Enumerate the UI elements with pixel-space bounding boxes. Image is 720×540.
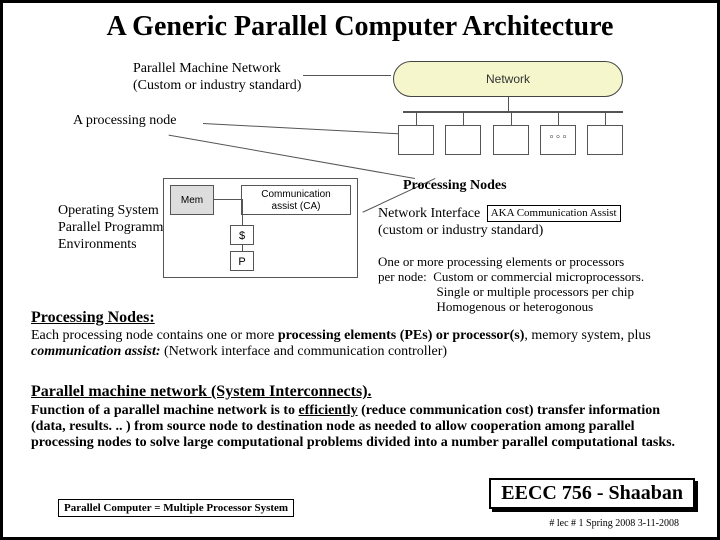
node-box (587, 125, 623, 155)
bus (403, 111, 623, 113)
node-detail: Mem Communication assist (CA) $ P (163, 178, 358, 278)
node-description: One or more processing elements or proce… (378, 255, 644, 315)
connector (416, 111, 417, 125)
node-caption: A processing node (73, 113, 176, 129)
node-box-dots: ° ° ° (540, 125, 576, 155)
connector (605, 111, 606, 125)
connector (463, 111, 464, 125)
leader-line (203, 123, 415, 135)
network-interface-text: Network Interface AKA Communication Assi… (378, 205, 621, 240)
footer-left-box: Parallel Computer = Multiple Processor S… (58, 499, 294, 517)
network-heading: Parallel machine network (System Interco… (31, 383, 372, 401)
netif-line2: (custom or industry standard) (378, 223, 543, 238)
text: Function of a parallel machine network i… (31, 403, 675, 450)
proc-box: P (230, 251, 254, 271)
page-title: A Generic Parallel Computer Architecture (17, 11, 703, 43)
expand-line (169, 135, 415, 179)
processing-nodes-heading: Processing Nodes: (31, 309, 155, 327)
wire (214, 199, 242, 200)
text: Each processing node contains one or mor… (31, 328, 278, 343)
node-box (493, 125, 529, 155)
text: processing elements (PEs) or processor(s… (278, 328, 525, 343)
netif-line1: Network Interface (378, 206, 480, 221)
footer-right-box: EECC 756 - Shaaban (489, 478, 695, 509)
network-caption: Parallel Machine Network (Custom or indu… (133, 61, 301, 95)
mem-box: Mem (170, 185, 214, 215)
node-box (398, 125, 434, 155)
network-cloud: Network (393, 61, 623, 97)
footnote: # lec # 1 Spring 2008 3-11-2008 (549, 518, 679, 529)
leader-line (303, 75, 391, 76)
processing-nodes-body: Each processing node contains one or mor… (31, 328, 697, 360)
text: (Network interface and communication con… (161, 344, 448, 359)
connector (508, 97, 509, 111)
connector (558, 111, 559, 125)
text: , memory system, plus (524, 328, 650, 343)
slide: A Generic Parallel Computer Architecture… (0, 0, 720, 540)
wire (242, 245, 243, 251)
node-box (445, 125, 481, 155)
wire (242, 199, 243, 225)
processing-nodes-label: Processing Nodes (403, 178, 507, 194)
ca-box: Communication assist (CA) (241, 185, 351, 215)
connector (511, 111, 512, 125)
network-body: Function of a parallel machine network i… (31, 403, 697, 451)
aka-box: AKA Communication Assist (487, 205, 621, 222)
text: communication assist: (31, 344, 161, 359)
cache-box: $ (230, 225, 254, 245)
